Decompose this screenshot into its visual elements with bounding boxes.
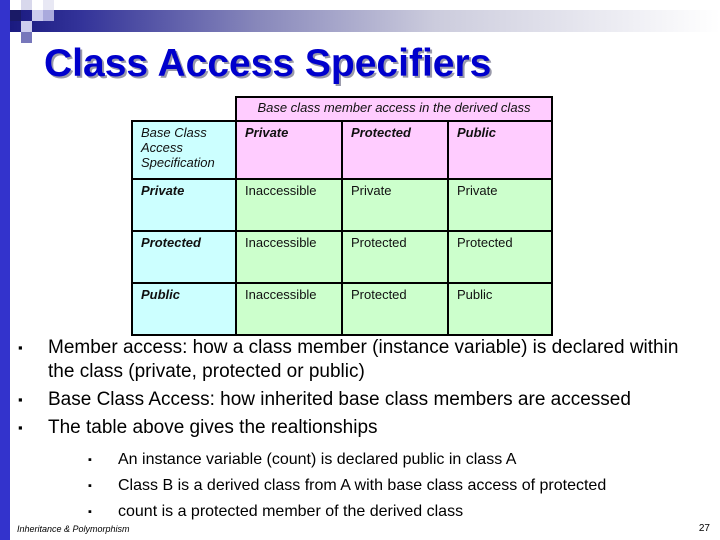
table-row: Private Inaccessible Private Private (131, 178, 553, 232)
decor-square (10, 0, 21, 10)
table-row: Public Inaccessible Protected Public (131, 282, 553, 336)
access-table: Base class member access in the derived … (131, 96, 553, 336)
table-span-header-row: Base class member access in the derived … (132, 96, 553, 122)
table-cell: Private (447, 178, 553, 232)
column-header: Private (235, 120, 343, 180)
row-header: Private (131, 178, 237, 232)
table-cell: Public (447, 282, 553, 336)
decor-square (32, 0, 43, 10)
bullet-text: Member access: how a class member (insta… (48, 337, 679, 382)
bullet-item: ▪ Member access: how a class member (ins… (18, 336, 708, 384)
corner-header: Base Class Access Specification (131, 120, 237, 180)
table-header-row: Base Class Access Specification Private … (131, 120, 553, 180)
span-header: Base class member access in the derived … (235, 96, 553, 122)
decor-square (43, 0, 54, 10)
table-row: Protected Inaccessible Protected Protect… (131, 230, 553, 284)
bullet-item: ▪ The table above gives the realtionship… (18, 416, 708, 440)
decor-square (21, 32, 32, 43)
table-cell: Private (341, 178, 449, 232)
table-cell: Inaccessible (235, 230, 343, 284)
column-header: Protected (341, 120, 449, 180)
decor-square (10, 10, 21, 21)
table-cell: Protected (447, 230, 553, 284)
bullet-list: ▪ Member access: how a class member (ins… (18, 336, 708, 528)
bullet-text: The table above gives the realtionships (48, 417, 378, 438)
bullet-square-icon: ▪ (88, 480, 92, 492)
sub-bullet-text: Class B is a derived class from A with b… (118, 477, 607, 494)
sub-bullet-item: ▪ An instance variable (count) is declar… (18, 450, 708, 470)
slide-title: Class Access Specifiers (44, 42, 492, 85)
empty-corner (132, 97, 236, 121)
table-cell: Inaccessible (235, 282, 343, 336)
decor-square (32, 10, 43, 21)
row-header: Public (131, 282, 237, 336)
table-cell: Inaccessible (235, 178, 343, 232)
footer-text: Inheritance & Polymorphism (17, 524, 130, 534)
decor-square (21, 0, 32, 10)
bullet-text: Base Class Access: how inherited base cl… (48, 389, 631, 410)
decor-square (43, 10, 54, 21)
sub-bullet-text: An instance variable (count) is declared… (118, 451, 517, 468)
table-cell: Protected (341, 230, 449, 284)
bullet-square-icon: ▪ (18, 392, 23, 407)
sub-bullet-item: ▪ count is a protected member of the der… (18, 502, 708, 522)
sub-bullet-text: count is a protected member of the deriv… (118, 503, 464, 520)
column-header: Public (447, 120, 553, 180)
bullet-square-icon: ▪ (88, 454, 92, 466)
top-gradient-bar (10, 10, 720, 32)
left-accent-bar (0, 0, 10, 540)
bullet-square-icon: ▪ (88, 506, 92, 518)
decor-square (21, 21, 32, 32)
row-header: Protected (131, 230, 237, 284)
sub-bullet-item: ▪ Class B is a derived class from A with… (18, 476, 708, 496)
page-number: 27 (698, 523, 710, 534)
table-cell: Protected (341, 282, 449, 336)
bullet-square-icon: ▪ (18, 420, 23, 435)
bullet-square-icon: ▪ (18, 340, 23, 355)
bullet-item: ▪ Base Class Access: how inherited base … (18, 388, 708, 412)
